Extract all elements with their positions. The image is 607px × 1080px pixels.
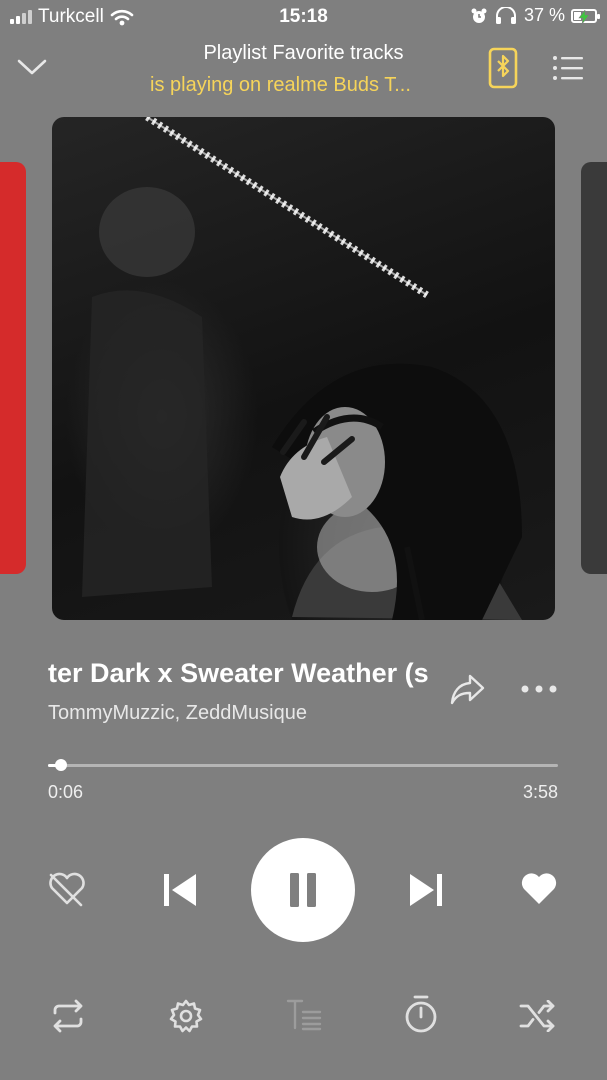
shuffle-icon[interactable]: [519, 1000, 557, 1032]
dislike-heart-icon[interactable]: [47, 871, 87, 907]
bluetooth-phone-icon[interactable]: [487, 47, 519, 89]
artwork-image: [82, 117, 522, 620]
queue-list-icon[interactable]: [552, 55, 584, 81]
track-title: ter Dark x Sweater Weather (s: [48, 658, 428, 688]
previous-track-icon[interactable]: [162, 872, 198, 908]
album-artwork[interactable]: [52, 117, 555, 620]
header-device-status[interactable]: is playing on realme Buds T...: [150, 74, 460, 97]
share-icon[interactable]: [450, 673, 486, 705]
progress-bar[interactable]: [48, 764, 558, 767]
repeat-icon[interactable]: [49, 999, 87, 1033]
pause-icon: [290, 873, 316, 907]
battery-percent: 37 %: [523, 5, 565, 25]
alarm-icon: [471, 8, 487, 23]
timer-icon[interactable]: [402, 994, 440, 1034]
gear-icon[interactable]: [168, 998, 204, 1034]
previous-cover-card[interactable]: [0, 162, 26, 574]
time-total: 3:58: [522, 782, 558, 802]
progress-handle[interactable]: [54, 759, 67, 771]
headphones-icon: [495, 6, 516, 24]
next-cover-card[interactable]: [581, 162, 607, 574]
lyrics-icon[interactable]: [286, 998, 322, 1032]
time-elapsed: 0:06: [48, 782, 84, 802]
battery-icon: [571, 8, 600, 24]
status-right: 37 %: [470, 5, 600, 26]
heart-icon[interactable]: [520, 872, 558, 906]
more-dots-icon[interactable]: [520, 682, 558, 696]
pause-button[interactable]: [251, 838, 355, 942]
charging-bolt-icon: [578, 9, 590, 24]
next-track-icon[interactable]: [408, 872, 444, 908]
track-artist[interactable]: TommyMuzzic, ZeddMusique: [48, 702, 307, 725]
